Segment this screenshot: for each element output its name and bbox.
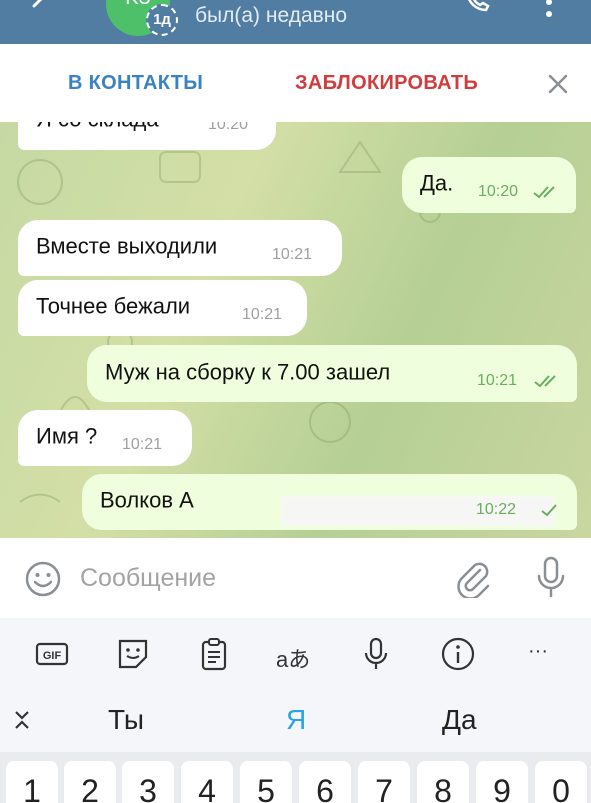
clipboard-icon[interactable]	[196, 636, 232, 672]
message-composer	[0, 538, 591, 618]
more-vert-icon[interactable]	[545, 0, 553, 20]
info-icon[interactable]	[440, 636, 476, 672]
message-bubble-incoming[interactable]: Точнее бежали 10:21	[18, 280, 307, 336]
close-icon[interactable]	[546, 72, 570, 96]
message-input[interactable]	[80, 558, 440, 598]
microphone-icon[interactable]	[536, 556, 566, 598]
suggestion-da[interactable]: Да	[442, 704, 477, 736]
key-9[interactable]: 9	[476, 761, 528, 803]
voice-input-icon[interactable]	[358, 636, 394, 672]
story-badge[interactable]: 1д	[146, 4, 178, 36]
key-3[interactable]: 3	[122, 761, 174, 803]
key-4[interactable]: 4	[181, 761, 233, 803]
block-user-button[interactable]: ЗАБЛОКИРОВАТЬ	[295, 72, 478, 95]
collapse-keyboard-icon[interactable]	[12, 708, 32, 732]
message-bubble-incoming[interactable]: Вместе выходили 10:21	[18, 220, 342, 276]
emoji-icon[interactable]	[24, 560, 62, 598]
message-time: 10:21	[477, 372, 518, 389]
add-to-contacts-button[interactable]: В КОНТАКТЫ	[68, 72, 203, 95]
svg-text:GIF: GIF	[43, 650, 62, 662]
contact-action-bar: В КОНТАКТЫ ЗАБЛОКИРОВАТЬ	[0, 44, 591, 122]
message-bubble-incoming[interactable]: Я со склада 10:20	[18, 122, 276, 150]
message-bubble-outgoing[interactable]: Муж на сборку к 7.00 зашел 10:21	[87, 345, 577, 402]
phone-icon[interactable]	[466, 0, 490, 14]
gif-icon[interactable]: GIF	[34, 636, 70, 672]
message-time: 10:21	[272, 246, 313, 263]
key-2[interactable]: 2	[64, 761, 116, 803]
sticker-icon[interactable]	[115, 636, 151, 672]
message-bubble-outgoing[interactable]: Волков А 10:22	[82, 474, 577, 530]
message-time: 10:21	[122, 436, 163, 453]
key-1[interactable]: 1	[6, 761, 58, 803]
key-0[interactable]: 0	[535, 761, 587, 803]
message-time: 10:20	[208, 122, 249, 133]
read-double-check-icon	[534, 375, 556, 388]
attach-icon[interactable]	[454, 558, 494, 598]
key-5[interactable]: 5	[240, 761, 292, 803]
keyboard-toolbar: GIF aあ ···	[0, 618, 591, 688]
message-time: 10:20	[478, 183, 519, 200]
message-time: 10:21	[242, 306, 283, 323]
keyboard-number-row: 1 2 3 4 5 6 7 8 9 0	[0, 752, 591, 803]
key-6[interactable]: 6	[299, 761, 351, 803]
key-7[interactable]: 7	[358, 761, 410, 803]
last-seen-status: был(а) недавно	[195, 4, 348, 27]
keyboard-suggestions: Ты Я Да	[0, 688, 591, 752]
chat-messages[interactable]: Я со склада 10:20 Да. 10:20 Вместе выход…	[0, 122, 591, 538]
suggestion-ya[interactable]: Я	[286, 704, 306, 736]
more-horiz-icon[interactable]: ···	[528, 640, 564, 676]
translate-icon[interactable]: aあ	[276, 642, 312, 678]
message-bubble-outgoing[interactable]: Да. 10:20	[402, 157, 576, 213]
key-8[interactable]: 8	[417, 761, 469, 803]
back-arrow-icon[interactable]	[26, 0, 56, 28]
read-double-check-icon	[533, 186, 555, 199]
message-bubble-incoming[interactable]: Имя ? 10:21	[18, 410, 192, 466]
suggestion-ty[interactable]: Ты	[108, 704, 144, 736]
chat-header: KЗ 1д был(а) недавно	[0, 0, 591, 44]
message-time: 10:22	[476, 501, 517, 518]
sent-check-icon	[541, 504, 557, 517]
